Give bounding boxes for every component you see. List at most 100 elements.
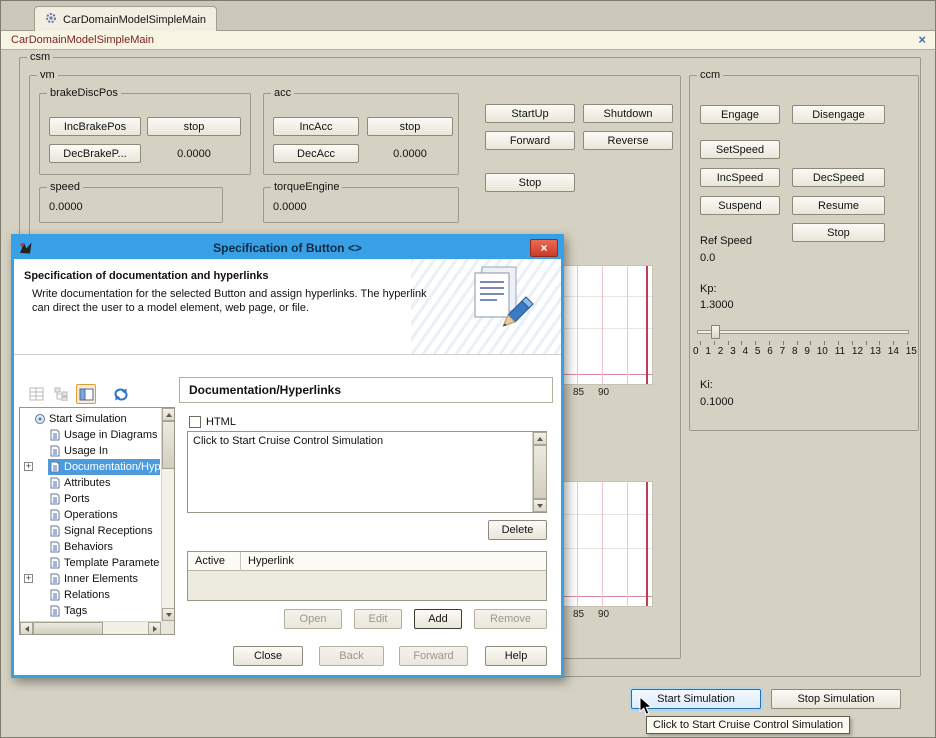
acc-stop-button[interactable]: stop bbox=[367, 117, 453, 136]
textarea-scroll-thumb[interactable] bbox=[533, 445, 547, 499]
decspeed-button[interactable]: DecSpeed bbox=[792, 168, 885, 187]
torqueengine-value: 0.0000 bbox=[273, 201, 307, 213]
kp-slider-track[interactable] bbox=[697, 330, 909, 334]
chart-x-tick: 85 bbox=[573, 387, 584, 398]
incbrakepos-button[interactable]: IncBrakePos bbox=[49, 117, 141, 136]
tree-item-usage-in[interactable]: Usage In bbox=[21, 443, 160, 459]
stop-simulation-button[interactable]: Stop Simulation bbox=[771, 689, 901, 709]
dialog-titlebar[interactable]: Specification of Button <> × bbox=[14, 237, 561, 259]
tick-label: 15 bbox=[906, 346, 917, 357]
intro-description-line2: can direct the user to a model element, … bbox=[32, 302, 309, 314]
tree-item-behaviors[interactable]: Behaviors bbox=[21, 539, 160, 555]
remove-button[interactable]: Remove bbox=[474, 609, 547, 629]
disengage-button[interactable]: Disengage bbox=[792, 105, 885, 124]
column-header-hyperlink: Hyperlink bbox=[248, 555, 294, 567]
specification-tree: Start Simulation Usage in Diagrams Usage… bbox=[19, 407, 175, 635]
html-checkbox-label: HTML bbox=[206, 416, 236, 428]
section-title: Documentation/Hyperlinks bbox=[189, 383, 341, 397]
tree-item-start-simulation[interactable]: Start Simulation bbox=[21, 411, 160, 427]
tick-label: 12 bbox=[852, 346, 863, 357]
kp-slider[interactable] bbox=[697, 325, 909, 339]
shutdown-button[interactable]: Shutdown bbox=[583, 104, 673, 123]
incspeed-button[interactable]: IncSpeed bbox=[700, 168, 780, 187]
ref-speed-label: Ref Speed bbox=[700, 235, 752, 247]
tick-label: 8 bbox=[792, 346, 798, 357]
edit-button[interactable]: Edit bbox=[354, 609, 402, 629]
suspend-button[interactable]: Suspend bbox=[700, 196, 780, 215]
tree-item-relations[interactable]: Relations bbox=[21, 587, 160, 603]
tree-item-template-parameters[interactable]: Template Paramete bbox=[21, 555, 160, 571]
add-button[interactable]: Add bbox=[414, 609, 462, 629]
brakediscpos-group-label: brakeDiscPos bbox=[47, 86, 121, 100]
scrollbar-corner bbox=[161, 621, 174, 634]
column-header-active: Active bbox=[195, 555, 225, 567]
tree-hscroll-thumb[interactable] bbox=[33, 622, 103, 635]
tree-horizontal-scrollbar[interactable] bbox=[20, 621, 161, 634]
kp-label: Kp: bbox=[700, 283, 717, 295]
close-button[interactable]: Close bbox=[233, 646, 303, 666]
open-button[interactable]: Open bbox=[284, 609, 342, 629]
tick-label: 6 bbox=[767, 346, 773, 357]
tree-vertical-scrollbar[interactable] bbox=[161, 408, 174, 621]
forward-button[interactable]: Forward bbox=[485, 131, 575, 150]
scroll-down-icon[interactable] bbox=[162, 608, 175, 621]
tab-bar: CarDomainModelSimpleMain bbox=[1, 1, 935, 31]
dialog-title: Specification of Button <> bbox=[213, 241, 362, 255]
scroll-down-icon[interactable] bbox=[533, 499, 547, 512]
documentation-textarea[interactable]: Click to Start Cruise Control Simulation bbox=[187, 431, 547, 513]
reverse-button[interactable]: Reverse bbox=[583, 131, 673, 150]
scroll-left-icon[interactable] bbox=[20, 622, 33, 635]
close-icon[interactable]: × bbox=[918, 32, 926, 47]
properties-table-icon[interactable] bbox=[26, 384, 46, 404]
document-icon bbox=[50, 509, 60, 523]
textarea-scrollbar[interactable] bbox=[532, 432, 546, 512]
engage-button[interactable]: Engage bbox=[700, 105, 780, 124]
dialog-close-icon[interactable]: × bbox=[530, 239, 558, 257]
tree-item-inner-elements[interactable]: + Inner Elements bbox=[21, 571, 160, 587]
tree-view-icon[interactable] bbox=[51, 384, 71, 404]
tree-item-tags[interactable]: Tags bbox=[21, 603, 160, 619]
vm-stop-button[interactable]: Stop bbox=[485, 173, 575, 192]
help-button[interactable]: Help bbox=[485, 646, 547, 666]
ki-value: 0.1000 bbox=[700, 396, 734, 408]
tick-label: 9 bbox=[804, 346, 810, 357]
tick-label: 13 bbox=[870, 346, 881, 357]
setspeed-button[interactable]: SetSpeed bbox=[700, 140, 780, 159]
scroll-right-icon[interactable] bbox=[148, 622, 161, 635]
tree-item-operations[interactable]: Operations bbox=[21, 507, 160, 523]
resume-button[interactable]: Resume bbox=[792, 196, 885, 215]
tree-item-signal-receptions[interactable]: Signal Receptions bbox=[21, 523, 160, 539]
tab-cardomainmodelsimplemain[interactable]: CarDomainModelSimpleMain bbox=[34, 6, 217, 32]
back-button[interactable]: Back bbox=[319, 646, 384, 666]
brake-stop-button[interactable]: stop bbox=[147, 117, 241, 136]
tick-label: 1 bbox=[705, 346, 711, 357]
kp-slider-thumb[interactable] bbox=[711, 325, 720, 339]
speed-group-label: speed bbox=[47, 180, 83, 194]
delete-button[interactable]: Delete bbox=[488, 520, 547, 540]
startup-button[interactable]: StartUp bbox=[485, 104, 575, 123]
forward-button[interactable]: Forward bbox=[399, 646, 468, 666]
tree-item-ports[interactable]: Ports bbox=[21, 491, 160, 507]
button-element-icon bbox=[34, 413, 46, 427]
kp-slider-ticklabels: 0 1 2 3 4 5 6 7 8 9 10 11 12 13 14 15 bbox=[693, 346, 917, 357]
tree-item-attributes[interactable]: Attributes bbox=[21, 475, 160, 491]
tree-vscroll-thumb[interactable] bbox=[162, 421, 175, 469]
scroll-up-icon[interactable] bbox=[533, 432, 547, 445]
refresh-icon[interactable] bbox=[111, 384, 131, 404]
decbrakepos-button[interactable]: DecBrakeP... bbox=[49, 144, 141, 163]
html-checkbox[interactable] bbox=[189, 416, 201, 428]
tree-expander-icon[interactable]: + bbox=[24, 574, 33, 583]
scroll-up-icon[interactable] bbox=[162, 408, 175, 421]
document-pencil-icon bbox=[466, 265, 534, 330]
ref-speed-value: 0.0 bbox=[700, 252, 715, 264]
incacc-button[interactable]: IncAcc bbox=[273, 117, 359, 136]
decacc-button[interactable]: DecAcc bbox=[273, 144, 359, 163]
ccm-stop-button[interactable]: Stop bbox=[792, 223, 885, 242]
tree-item-usage-in-diagrams[interactable]: Usage in Diagrams bbox=[21, 427, 160, 443]
tree-expander-icon[interactable]: + bbox=[24, 462, 33, 471]
standard-mode-icon[interactable] bbox=[76, 384, 96, 404]
tree-item-documentation-hyperlinks[interactable]: + Documentation/Hyp bbox=[21, 459, 160, 475]
kp-slider-tickmarks bbox=[700, 341, 908, 345]
documentation-text: Click to Start Cruise Control Simulation bbox=[193, 435, 528, 447]
start-simulation-tooltip: Click to Start Cruise Control Simulation bbox=[646, 716, 850, 734]
